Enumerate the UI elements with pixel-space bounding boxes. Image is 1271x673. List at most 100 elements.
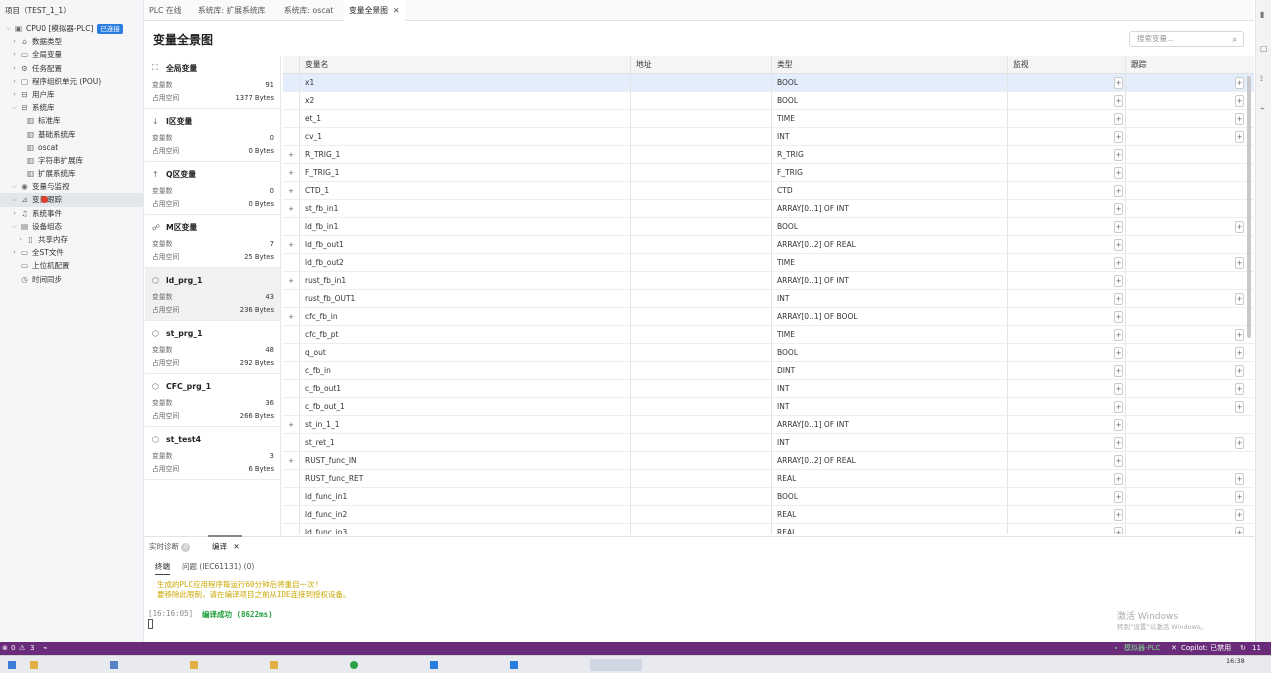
tree-item[interactable]: › ⚙ 任务配置 xyxy=(0,62,143,75)
add-trace-button[interactable]: + xyxy=(1235,95,1244,107)
add-monitor-button[interactable]: + xyxy=(1114,293,1123,305)
add-monitor-button[interactable]: + xyxy=(1114,275,1123,287)
table-row[interactable]: cfc_fb_pt TIME + + xyxy=(283,326,1254,344)
share-icon[interactable]: ⟟ xyxy=(1260,74,1263,84)
tree-item[interactable]: › ▭ 全ST文件 xyxy=(0,246,143,259)
chevron-icon[interactable]: ⌵ xyxy=(10,220,19,233)
chevron-icon[interactable]: ⌵ xyxy=(10,101,19,114)
sync-icon[interactable]: ↻ xyxy=(1240,642,1246,655)
tab-plc-online[interactable]: PLC 在线 xyxy=(144,0,187,21)
tree-item[interactable]: ▭ 上位机配置 xyxy=(0,259,143,272)
chevron-icon[interactable]: › xyxy=(10,88,19,101)
tree-item[interactable]: › ⊟ 用户库 xyxy=(0,88,143,101)
tree-item[interactable]: ⌵ ◉ 变量与监视 xyxy=(0,180,143,193)
variable-group-card[interactable]: ⬡ st_prg_1 变量数 48 占用空间 292 Bytes xyxy=(145,321,280,374)
variable-group-card[interactable]: ⬡ ld_prg_1 变量数 43 占用空间 236 Bytes xyxy=(145,268,280,321)
table-row[interactable]: ld_func_in1 BOOL + + xyxy=(283,488,1254,506)
variable-group-card[interactable]: ☍ M区变量 变量数 7 占用空间 25 Bytes xyxy=(145,215,280,268)
subtab-problems[interactable]: 问题 (IEC61131) (0) xyxy=(182,561,254,572)
tree-item[interactable]: ⌵ ⊟ 系统库 xyxy=(0,101,143,114)
tab-system-lib-oscat[interactable]: 系统库: oscat xyxy=(279,0,338,21)
table-row[interactable]: RUST_func_RET REAL + + xyxy=(283,470,1254,488)
add-trace-button[interactable]: + xyxy=(1235,329,1244,341)
add-monitor-button[interactable]: + xyxy=(1114,527,1123,534)
add-monitor-button[interactable]: + xyxy=(1114,401,1123,413)
app-icon[interactable] xyxy=(110,661,118,669)
add-monitor-button[interactable]: + xyxy=(1114,149,1123,161)
add-monitor-button[interactable]: + xyxy=(1114,347,1123,359)
copilot-icon[interactable]: ▮ xyxy=(1260,10,1264,19)
add-monitor-button[interactable]: + xyxy=(1114,203,1123,215)
tree-item[interactable]: ▥ 扩展系统库 xyxy=(0,167,143,180)
row-expander[interactable]: + xyxy=(283,272,300,289)
app-icon[interactable] xyxy=(430,661,438,669)
add-trace-button[interactable]: + xyxy=(1235,347,1244,359)
tree-item[interactable]: ▥ oscat xyxy=(0,141,143,154)
tree-item[interactable]: › ▭ 全局变量 xyxy=(0,48,143,61)
expand-icon[interactable]: + xyxy=(288,151,294,159)
chevron-icon[interactable]: › xyxy=(10,207,19,220)
table-row[interactable]: q_out BOOL + + xyxy=(283,344,1254,362)
chevron-icon[interactable]: › xyxy=(10,246,19,259)
table-row[interactable]: + R_TRIG_1 R_TRIG + xyxy=(283,146,1254,164)
subtab-terminal[interactable]: 终端 xyxy=(155,561,170,575)
add-monitor-button[interactable]: + xyxy=(1114,383,1123,395)
header-address[interactable]: 地址 xyxy=(631,56,772,73)
warning-icon[interactable]: ⚠ xyxy=(19,642,25,655)
table-row[interactable]: + CTD_1 CTD + xyxy=(283,182,1254,200)
tab-compile[interactable]: 编译 ✕ xyxy=(212,541,240,552)
chevron-icon[interactable]: ⌵ xyxy=(4,22,13,35)
chevron-icon[interactable]: › xyxy=(10,62,19,75)
table-row[interactable]: ld_func_in2 REAL + + xyxy=(283,506,1254,524)
expand-icon[interactable]: + xyxy=(288,277,294,285)
chevron-icon[interactable]: › xyxy=(16,233,25,246)
chevron-icon[interactable]: › xyxy=(10,48,19,61)
chevron-icon[interactable]: ⌵ xyxy=(10,193,19,206)
add-monitor-button[interactable]: + xyxy=(1114,365,1123,377)
search-input[interactable]: 搜索变量... ⌕ xyxy=(1129,31,1244,47)
add-trace-button[interactable]: + xyxy=(1235,473,1244,485)
terminal-cursor[interactable] xyxy=(148,619,153,629)
table-row[interactable]: + ld_fb_out1 ARRAY[0..2] OF REAL + xyxy=(283,236,1254,254)
row-expander[interactable]: + xyxy=(283,236,300,253)
table-row[interactable]: + cfc_fb_in ARRAY[0..1] OF BOOL + xyxy=(283,308,1254,326)
header-name[interactable]: 变量名 xyxy=(300,56,631,73)
add-trace-button[interactable]: + xyxy=(1235,221,1244,233)
add-monitor-button[interactable]: + xyxy=(1114,167,1123,179)
search-icon[interactable]: ⌕ xyxy=(1233,33,1237,47)
tree-item[interactable]: ⌵ ▤ 设备组态 xyxy=(0,220,143,233)
variable-group-card[interactable]: ↑ Q区变量 变量数 0 占用空间 0 Bytes xyxy=(145,162,280,215)
tree-item[interactable]: ⌵ ▣ CPU0 [模拟器-PLC] 已连接 xyxy=(0,22,143,35)
table-row[interactable]: et_1 TIME + + xyxy=(283,110,1254,128)
header-type[interactable]: 类型 xyxy=(772,56,1008,73)
variable-group-card[interactable]: ⛶ 全局变量 变量数 91 占用空间 1377 Bytes xyxy=(145,56,280,109)
add-trace-button[interactable]: + xyxy=(1235,257,1244,269)
browser-icon[interactable] xyxy=(350,661,358,669)
tree-item[interactable]: ▥ 标准库 xyxy=(0,114,143,127)
tab-realtime-diagnosis[interactable]: 实时诊断 0 xyxy=(149,541,191,552)
row-expander[interactable]: + xyxy=(283,182,300,199)
table-row[interactable]: rust_fb_OUT1 INT + + xyxy=(283,290,1254,308)
expand-icon[interactable]: + xyxy=(288,421,294,429)
add-monitor-button[interactable]: + xyxy=(1114,77,1123,89)
add-monitor-button[interactable]: + xyxy=(1114,491,1123,503)
add-trace-button[interactable]: + xyxy=(1235,293,1244,305)
add-monitor-button[interactable]: + xyxy=(1114,113,1123,125)
table-row[interactable]: + rust_fb_in1 ARRAY[0..1] OF INT + xyxy=(283,272,1254,290)
error-icon[interactable]: ⊗ xyxy=(2,642,8,655)
close-icon[interactable]: ✕ xyxy=(1171,642,1177,655)
add-trace-button[interactable]: + xyxy=(1235,365,1244,377)
add-trace-button[interactable]: + xyxy=(1235,131,1244,143)
add-monitor-button[interactable]: + xyxy=(1114,419,1123,431)
row-expander[interactable]: + xyxy=(283,416,300,433)
add-monitor-button[interactable]: + xyxy=(1114,329,1123,341)
expand-icon[interactable]: + xyxy=(288,187,294,195)
tree-item[interactable]: ◷ 时间同步 xyxy=(0,273,143,286)
row-expander[interactable]: + xyxy=(283,308,300,325)
header-trace[interactable]: 跟踪 xyxy=(1126,56,1246,73)
tree-item[interactable]: › ▯ 共享内存 xyxy=(0,233,143,246)
expand-icon[interactable]: + xyxy=(288,169,294,177)
chevron-icon[interactable]: › xyxy=(10,75,19,88)
table-row[interactable]: + F_TRIG_1 F_TRIG + xyxy=(283,164,1254,182)
add-trace-button[interactable]: + xyxy=(1235,527,1244,534)
